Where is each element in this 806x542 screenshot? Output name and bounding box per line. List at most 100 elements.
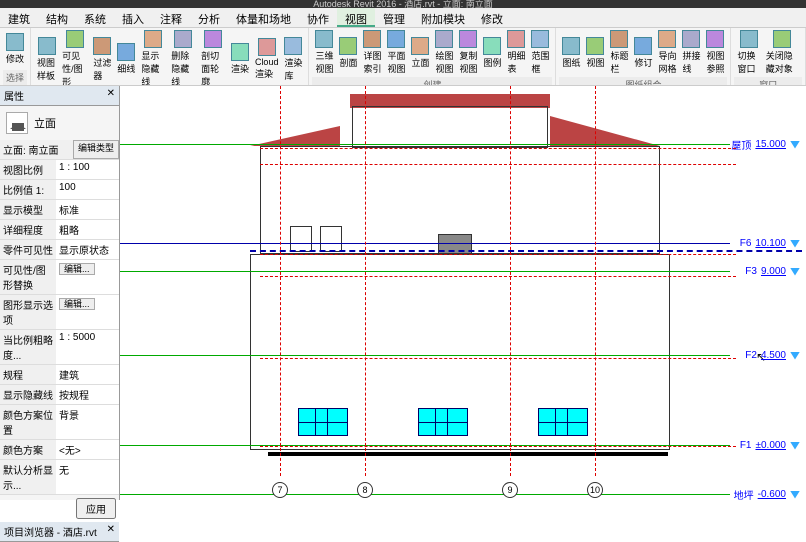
prop-value[interactable]: 1 : 100 (56, 160, 119, 179)
menu-插入[interactable]: 插入 (114, 8, 152, 27)
menu-注释[interactable]: 注释 (152, 8, 190, 27)
edit-button[interactable]: 编辑... (59, 298, 95, 310)
ribbon-修改[interactable]: 修改 (3, 28, 27, 70)
复制视图-icon (459, 30, 477, 48)
剖面-icon (339, 37, 357, 55)
grid-bubble-8[interactable]: 8 (357, 482, 373, 498)
menu-管理[interactable]: 管理 (375, 8, 413, 27)
menu-结构[interactable]: 结构 (38, 8, 76, 27)
menu-系统[interactable]: 系统 (76, 8, 114, 27)
prop-value[interactable]: 编辑... (56, 295, 119, 329)
close-icon[interactable]: ✕ (107, 524, 115, 539)
grid-line-7[interactable] (280, 86, 281, 476)
prop-key: 颜色方案 (0, 440, 56, 459)
平面视图-icon (387, 30, 405, 48)
section-line[interactable] (250, 250, 802, 252)
edit-button[interactable]: 编辑... (59, 263, 95, 275)
ribbon-删除隐藏线[interactable]: 删除隐藏线 (168, 28, 198, 86)
prop-value[interactable]: 无 (56, 460, 119, 494)
ribbon-渲染[interactable]: 渲染 (228, 28, 252, 86)
可见性/图形-icon (66, 30, 84, 48)
close-icon[interactable]: ✕ (107, 88, 115, 103)
grid-line-8[interactable] (365, 86, 366, 476)
prop-key: 显示模型 (0, 200, 56, 219)
ribbon-过滤器[interactable]: 过滤器 (90, 28, 114, 86)
section-line-h (260, 164, 736, 165)
ribbon-拼接线[interactable]: 拼接线 (679, 28, 703, 77)
drawing-canvas[interactable]: ↖ 屋顶15.000F610.100F39.000F24.500F1±0.000… (120, 86, 806, 500)
ribbon-可见性/图形[interactable]: 可见性/图形 (59, 28, 90, 86)
ribbon-详图索引[interactable]: 详图索引 (360, 28, 384, 77)
grid-line-9[interactable] (510, 86, 511, 476)
拼接线-icon (682, 30, 700, 48)
prop-value[interactable]: 编辑... (56, 260, 119, 294)
ribbon-图例[interactable]: 图例 (480, 28, 504, 77)
ribbon-范围框[interactable]: 范围框 (528, 28, 552, 77)
grid-bubble-10[interactable]: 10 (587, 482, 603, 498)
ribbon-剖面[interactable]: 剖面 (336, 28, 360, 77)
ribbon-复制视图[interactable]: 复制视图 (456, 28, 480, 77)
ribbon-图纸[interactable]: 图纸 (559, 28, 583, 77)
menu-协作[interactable]: 协作 (299, 8, 337, 27)
menu-视图[interactable]: 视图 (337, 8, 375, 27)
ribbon-明细表[interactable]: 明细表 (504, 28, 528, 77)
window (538, 408, 588, 436)
ribbon-渲染库[interactable]: 渲染库 (281, 28, 305, 86)
ribbon: 修改选择视图样板可见性/图形过滤器细线显示隐藏线删除隐藏线剖切面轮廓渲染Clou… (0, 28, 806, 86)
ribbon-视图样板[interactable]: 视图样板 (34, 28, 59, 86)
ribbon-标题栏[interactable]: 标题栏 (607, 28, 631, 77)
prop-value[interactable]: 粗略 (56, 220, 119, 239)
level-地坪[interactable]: 地坪-0.600 (734, 487, 800, 500)
ribbon-Cloud渲染[interactable]: Cloud渲染 (252, 28, 282, 86)
prop-value[interactable]: 按规程 (56, 385, 119, 404)
edit-type-button[interactable]: 编辑类型 (73, 140, 119, 159)
level-屋顶[interactable]: 屋顶15.000 (731, 137, 800, 152)
level-F6[interactable]: F610.100 (740, 238, 800, 249)
level-F2[interactable]: F24.500 (745, 350, 800, 361)
ribbon-立面[interactable]: 立面 (408, 28, 432, 77)
apply-button[interactable]: 应用 (76, 498, 116, 519)
范围框-icon (531, 30, 549, 48)
ribbon-group-label: 图纸组合 (559, 77, 727, 86)
ribbon-切换窗口[interactable]: 切换窗口 (734, 28, 762, 77)
ribbon-绘图视图[interactable]: 绘图视图 (432, 28, 456, 77)
prop-value[interactable]: 100 (56, 180, 119, 199)
prop-key: 显示隐藏线 (0, 385, 56, 404)
ribbon-剖切面轮廓[interactable]: 剖切面轮廓 (198, 28, 228, 86)
type-selector[interactable]: 立面: 南立面 (0, 140, 73, 159)
section-line-h (260, 276, 736, 277)
ribbon-视图参照[interactable]: 视图参照 (703, 28, 727, 77)
section-line-h (260, 358, 736, 359)
prop-value[interactable]: <无> (56, 440, 119, 459)
ribbon-视图[interactable]: 视图 (583, 28, 607, 77)
menu-分析[interactable]: 分析 (190, 8, 228, 27)
grid-line-10[interactable] (595, 86, 596, 476)
prop-value[interactable]: 显示原状态 (56, 240, 119, 259)
修订-icon (634, 37, 652, 55)
三维视图-icon (315, 30, 333, 48)
grid-bubble-7[interactable]: 7 (272, 482, 288, 498)
menu-修改[interactable]: 修改 (473, 8, 511, 27)
关闭隐藏对象-icon (773, 30, 791, 48)
prop-value[interactable]: 标准 (56, 200, 119, 219)
ribbon-细线[interactable]: 细线 (114, 28, 138, 86)
ribbon-显示隐藏线[interactable]: 显示隐藏线 (138, 28, 168, 86)
绘图视图-icon (435, 30, 453, 48)
prop-value[interactable]: 1 : 5000 (56, 330, 119, 364)
ribbon-修订[interactable]: 修订 (631, 28, 655, 77)
grid-bubble-9[interactable]: 9 (502, 482, 518, 498)
prop-value[interactable]: 背景 (56, 405, 119, 439)
ribbon-group-label: 选择 (3, 70, 27, 85)
ribbon-导向网格[interactable]: 导向网格 (655, 28, 679, 77)
window (418, 408, 468, 436)
ribbon-平面视图[interactable]: 平面视图 (384, 28, 408, 77)
ribbon-三维视图[interactable]: 三维视图 (312, 28, 336, 77)
menu-建筑[interactable]: 建筑 (0, 8, 38, 27)
prop-value[interactable]: 建筑 (56, 365, 119, 384)
menu-体量和场地[interactable]: 体量和场地 (228, 8, 299, 27)
ribbon-关闭隐藏对象[interactable]: 关闭隐藏对象 (763, 28, 802, 77)
section-line-h (260, 446, 736, 447)
menu-附加模块[interactable]: 附加模块 (413, 8, 473, 27)
level-F1[interactable]: F1±0.000 (740, 440, 800, 451)
level-F3[interactable]: F39.000 (745, 266, 800, 277)
